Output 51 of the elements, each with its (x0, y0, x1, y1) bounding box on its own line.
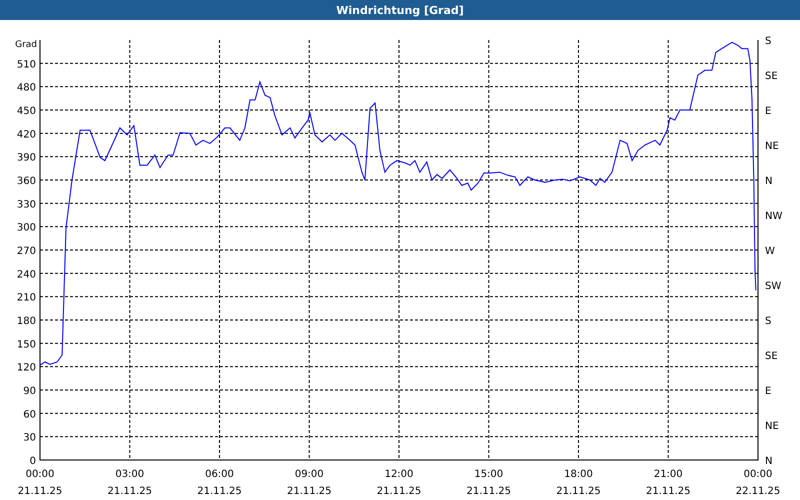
tick-label: SE (765, 71, 778, 82)
tick-label: SE (765, 351, 778, 362)
window-title: Windrichtung [Grad] (0, 0, 800, 20)
tick-label: 00:00 (26, 469, 54, 480)
date-label: 21.11.25 (286, 486, 332, 497)
axis-label: Grad (15, 40, 37, 50)
tick-label: 240 (16, 269, 36, 280)
tick-label: 60 (23, 409, 36, 420)
tick-label: 0 (30, 456, 36, 467)
tick-label: 30 (23, 432, 36, 444)
tick-label: 480 (16, 82, 36, 94)
date-label: 22.11.25 (736, 486, 780, 497)
tick-label: W (765, 246, 775, 257)
tick-label: 15:00 (474, 469, 504, 480)
date-label: 21.11.25 (107, 486, 152, 497)
tick-label: 180 (16, 316, 36, 327)
tick-label: 210 (16, 292, 36, 304)
tick-label: 270 (16, 246, 36, 257)
tick-label: 00:00 (744, 469, 772, 480)
tick-label: 360 (16, 176, 36, 187)
tick-label: NE (765, 421, 779, 432)
tick-label: E (765, 386, 772, 397)
tick-label: 420 (16, 129, 36, 140)
tick-label: 09:00 (294, 469, 324, 480)
date-label: 21.11.25 (197, 486, 242, 497)
tick-label: 21:00 (654, 469, 683, 480)
tick-label: S (765, 36, 772, 47)
date-label: 21.11.25 (18, 486, 62, 497)
tick-label: S (765, 316, 772, 327)
tick-label: 90 (23, 386, 36, 397)
tick-label: 450 (16, 106, 36, 117)
tick-label: 150 (16, 339, 36, 350)
tick-label: 300 (16, 222, 36, 234)
date-label: 21.11.25 (646, 486, 691, 497)
tick-label: 120 (16, 362, 36, 374)
tick-label: NW (765, 211, 782, 222)
tick-label: 03:00 (115, 469, 144, 480)
tick-label: 06:00 (205, 469, 234, 480)
date-label: 21.11.25 (466, 486, 512, 497)
tick-label: NE (765, 141, 779, 152)
tick-label: 510 (16, 59, 36, 70)
tick-label: N (765, 456, 772, 467)
tick-label: SW (765, 281, 782, 292)
date-label: 21.11.25 (376, 486, 422, 497)
date-label: 21.11.25 (556, 486, 601, 497)
tick-label: 390 (16, 152, 36, 164)
tick-label: N (765, 176, 772, 187)
tick-label: 18:00 (564, 469, 593, 480)
tick-label: 330 (16, 199, 36, 210)
tick-label: 12:00 (384, 469, 414, 480)
tick-label: E (765, 106, 772, 117)
